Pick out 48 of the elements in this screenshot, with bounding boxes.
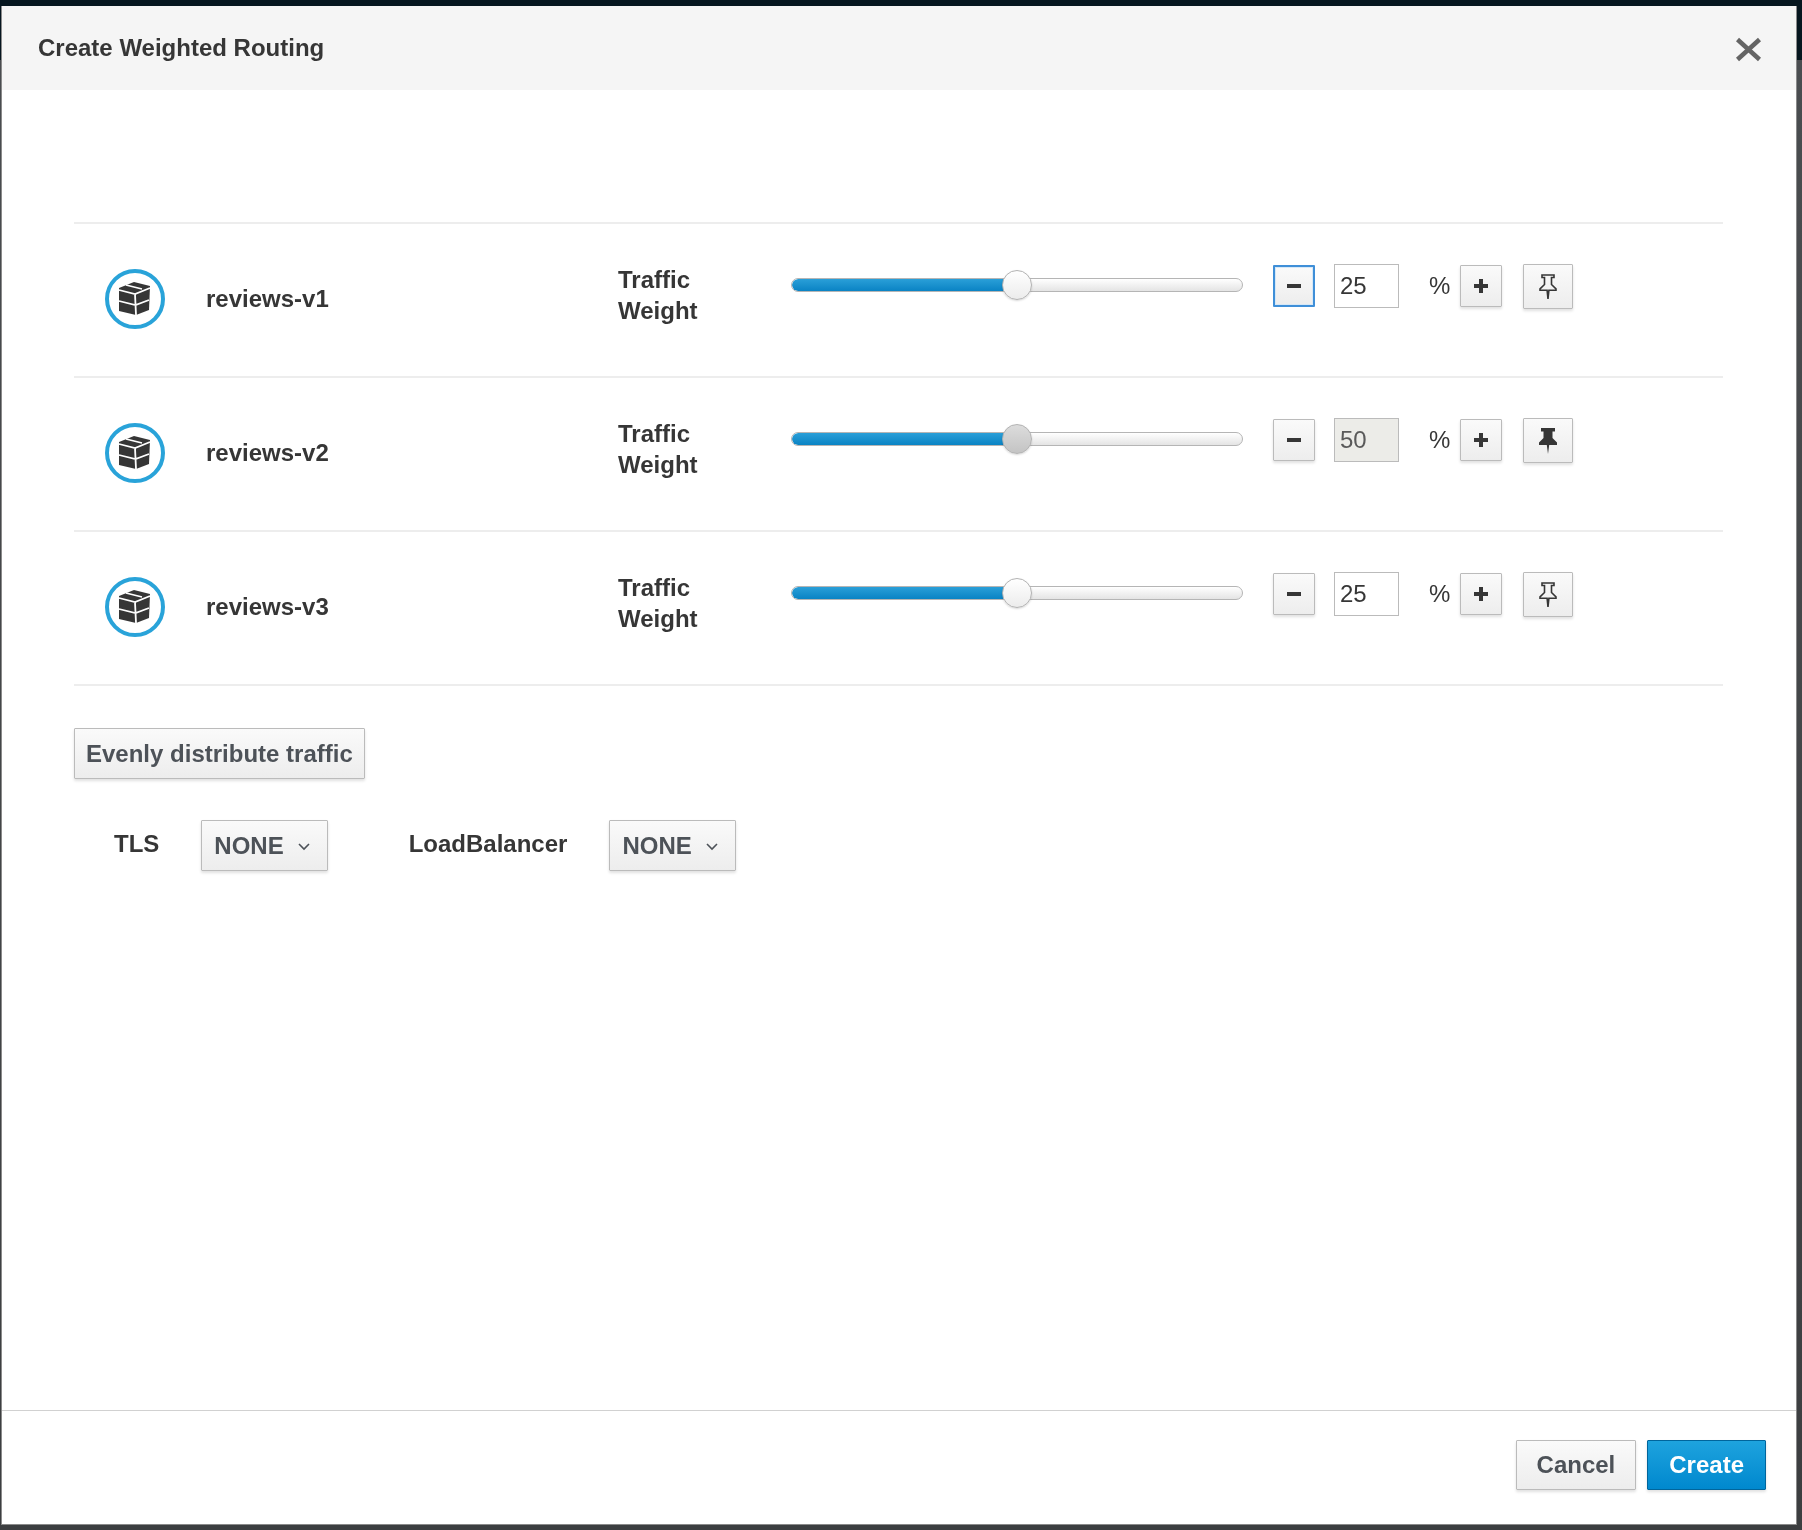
weight-slider[interactable] [791, 577, 1243, 609]
percent-unit: % [1429, 271, 1451, 301]
setting-label: TLS [114, 828, 160, 859]
pin-button[interactable] [1523, 572, 1574, 617]
service-name: reviews-v3 [206, 592, 329, 622]
weight-input[interactable]: 25 [1334, 264, 1399, 308]
weight-label: Traffic Weight [618, 419, 698, 480]
weight-slider[interactable] [791, 423, 1243, 455]
cube-icon [105, 577, 165, 637]
distribute-button[interactable]: Evenly distribute traffic [74, 728, 365, 779]
select-dropdown[interactable]: NONE [201, 820, 328, 871]
minus-icon [1287, 438, 1301, 442]
increase-button[interactable] [1460, 573, 1503, 615]
cube-icon [105, 269, 165, 329]
minus-icon [1287, 592, 1301, 596]
cube-icon [105, 423, 165, 483]
service-name: reviews-v1 [206, 284, 329, 314]
caret-icon [297, 842, 310, 851]
weight-slider[interactable] [791, 269, 1243, 301]
slider-thumb[interactable] [1002, 424, 1032, 454]
percent-unit: % [1429, 579, 1451, 609]
close-button[interactable] [1735, 36, 1762, 62]
plus-icon [1474, 433, 1489, 447]
pin-icon [1538, 273, 1559, 300]
cancel-button[interactable]: Cancel [1515, 1440, 1637, 1490]
decrease-button[interactable] [1273, 419, 1315, 461]
weight-label: Traffic Weight [618, 265, 698, 326]
service-name: reviews-v2 [206, 438, 329, 468]
plus-icon [1474, 587, 1489, 601]
pin-icon [1538, 581, 1559, 608]
decrease-button[interactable] [1273, 573, 1315, 615]
weight-input[interactable]: 25 [1334, 572, 1399, 616]
percent-unit: % [1429, 425, 1451, 455]
pin-button[interactable] [1523, 264, 1574, 309]
select-dropdown[interactable]: NONE [609, 820, 736, 871]
minus-icon [1287, 284, 1301, 288]
increase-button[interactable] [1460, 419, 1503, 461]
plus-icon [1474, 279, 1489, 293]
slider-thumb[interactable] [1002, 578, 1032, 608]
pin-button[interactable] [1523, 418, 1574, 463]
increase-button[interactable] [1460, 265, 1503, 307]
dialog-title: Create Weighted Routing [38, 33, 325, 63]
setting-label: LoadBalancer [408, 828, 568, 859]
slider-thumb[interactable] [1002, 270, 1032, 300]
weight-label: Traffic Weight [618, 573, 698, 634]
close-icon [1735, 36, 1762, 62]
caret-icon [705, 842, 718, 851]
decrease-button[interactable] [1273, 265, 1315, 307]
